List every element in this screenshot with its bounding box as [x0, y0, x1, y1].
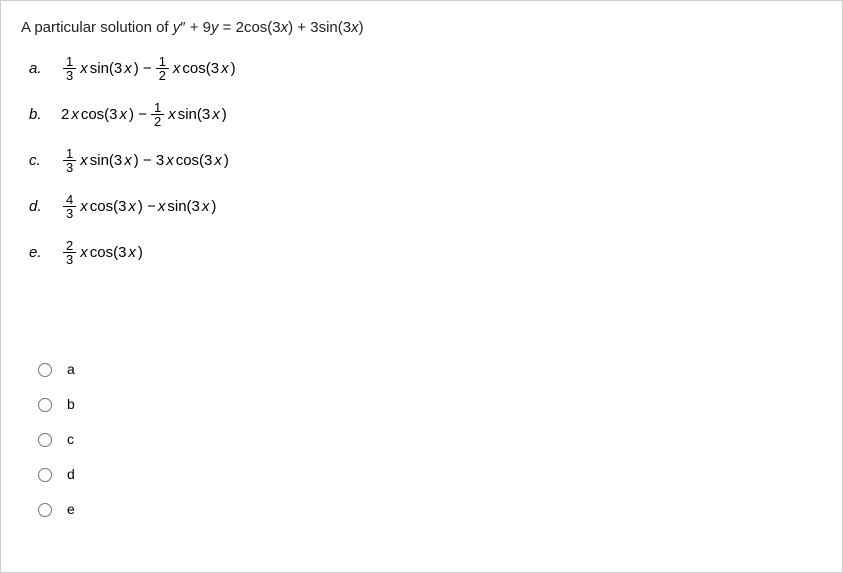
fraction: 1 2 [156, 55, 169, 82]
radio-b[interactable] [38, 398, 52, 412]
radio-label-e[interactable]: e [67, 501, 75, 517]
close-text: ) [138, 244, 143, 261]
frac-num: 1 [151, 101, 164, 115]
close-text: ) − 3 [134, 152, 164, 169]
option-label: e. [29, 244, 61, 261]
var-x: x [173, 60, 181, 77]
question-prefix: A particular solution of [21, 19, 173, 36]
option-label: b. [29, 106, 61, 123]
question-var-y2: y [211, 19, 219, 36]
radio-row[interactable]: c [33, 430, 822, 447]
question-text: A particular solution of y″ + 9y = 2cos(… [21, 19, 822, 36]
close-text: ) − [129, 106, 147, 123]
var-x: x [212, 106, 220, 123]
close-text: ) [231, 60, 236, 77]
func-text: cos(3 [182, 60, 219, 77]
var-x: x [221, 60, 229, 77]
func-text: sin(3 [90, 60, 123, 77]
frac-num: 2 [63, 239, 76, 253]
question-var-x2: x [351, 19, 359, 36]
var-x: x [158, 198, 166, 215]
var-x: x [80, 152, 88, 169]
func-text: cos(3 [90, 244, 127, 261]
var-x: x [124, 152, 132, 169]
radio-label-b[interactable]: b [67, 396, 75, 412]
var-x: x [166, 152, 174, 169]
fraction: 1 2 [151, 101, 164, 128]
option-label: d. [29, 198, 61, 215]
func-text: cos(3 [90, 198, 127, 215]
question-eq: = 2cos(3 [219, 19, 281, 36]
option-row: b. 2xcos(3x) − 1 2 xsin(3x) [29, 96, 822, 132]
radio-a[interactable] [38, 363, 52, 377]
frac-den: 3 [63, 161, 76, 174]
fraction: 1 3 [63, 147, 76, 174]
radio-label-a[interactable]: a [67, 361, 75, 377]
close-text: ) [224, 152, 229, 169]
coef-text: 2 [61, 106, 69, 123]
frac-num: 4 [63, 193, 76, 207]
fraction: 4 3 [63, 193, 76, 220]
radio-row[interactable]: e [33, 500, 822, 517]
frac-den: 3 [63, 207, 76, 220]
option-formula: 1 3 xsin(3x) − 3xcos(3x) [61, 147, 229, 174]
option-formula: 2 3 xcos(3x) [61, 239, 143, 266]
frac-den: 3 [63, 253, 76, 266]
option-formula: 1 3 xsin(3x) − 1 2 xcos(3x) [61, 55, 236, 82]
question-container: A particular solution of y″ + 9y = 2cos(… [0, 0, 843, 573]
frac-den: 2 [156, 69, 169, 82]
radio-d[interactable] [38, 468, 52, 482]
func-text: cos(3 [81, 106, 118, 123]
var-x: x [214, 152, 222, 169]
radio-answer-section: a b c d e [33, 360, 822, 517]
var-x: x [80, 244, 88, 261]
fraction: 1 3 [63, 55, 76, 82]
radio-label-d[interactable]: d [67, 466, 75, 482]
fraction: 2 3 [63, 239, 76, 266]
options-list: a. 1 3 xsin(3x) − 1 2 xcos(3x) b. 2xcos(… [29, 50, 822, 270]
var-x: x [124, 60, 132, 77]
option-row: d. 4 3 xcos(3x) − xsin(3x) [29, 188, 822, 224]
var-x: x [120, 106, 128, 123]
var-x: x [128, 244, 136, 261]
frac-num: 1 [156, 55, 169, 69]
frac-den: 3 [63, 69, 76, 82]
option-label: c. [29, 152, 61, 169]
frac-num: 1 [63, 147, 76, 161]
func-text: cos(3 [176, 152, 213, 169]
var-x: x [80, 198, 88, 215]
radio-c[interactable] [38, 433, 52, 447]
radio-label-c[interactable]: c [67, 431, 74, 447]
close-text: ) − [138, 198, 156, 215]
var-x: x [202, 198, 210, 215]
option-formula: 4 3 xcos(3x) − xsin(3x) [61, 193, 216, 220]
question-end: ) [359, 19, 364, 36]
func-text: sin(3 [167, 198, 200, 215]
close-text: ) [211, 198, 216, 215]
question-mid: + 9 [186, 19, 211, 36]
close-text: ) [222, 106, 227, 123]
func-text: sin(3 [178, 106, 211, 123]
option-label: a. [29, 60, 61, 77]
option-row: e. 2 3 xcos(3x) [29, 234, 822, 270]
radio-row[interactable]: a [33, 360, 822, 377]
radio-row[interactable]: d [33, 465, 822, 482]
radio-e[interactable] [38, 503, 52, 517]
var-x: x [71, 106, 79, 123]
option-row: a. 1 3 xsin(3x) − 1 2 xcos(3x) [29, 50, 822, 86]
var-x: x [128, 198, 136, 215]
func-text: sin(3 [90, 152, 123, 169]
frac-num: 1 [63, 55, 76, 69]
option-formula: 2xcos(3x) − 1 2 xsin(3x) [61, 101, 227, 128]
frac-den: 2 [151, 115, 164, 128]
radio-row[interactable]: b [33, 395, 822, 412]
question-part2: ) + 3sin(3 [288, 19, 351, 36]
close-text: ) − [134, 60, 152, 77]
var-x: x [168, 106, 176, 123]
option-row: c. 1 3 xsin(3x) − 3xcos(3x) [29, 142, 822, 178]
var-x: x [80, 60, 88, 77]
